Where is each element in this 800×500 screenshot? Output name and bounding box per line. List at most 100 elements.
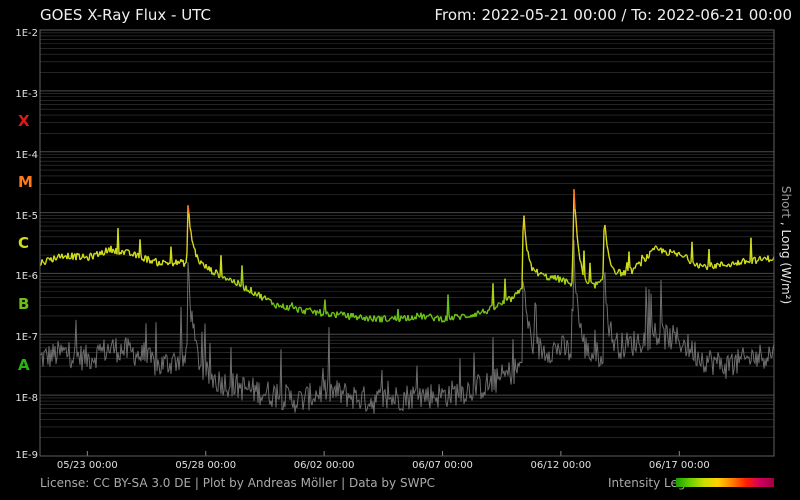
long-channel-segment (147, 255, 150, 259)
long-channel-segment (153, 258, 156, 262)
short-channel-series (39, 240, 775, 414)
footer-credit: License: CC BY-SA 3.0 DE | Plot by Andre… (40, 476, 436, 490)
long-channel-segment (655, 245, 658, 249)
long-channel-segment (202, 262, 205, 267)
long-channel-segment (183, 262, 186, 267)
long-channel-segment (333, 312, 336, 317)
long-channel-segment (638, 261, 641, 264)
long-channel-segment (566, 279, 569, 283)
long-channel-segment (97, 254, 100, 258)
long-channel-segment (79, 258, 82, 261)
long-channel-segment (475, 312, 478, 317)
long-channel-segment (496, 303, 499, 308)
long-channel-segment (488, 306, 491, 311)
long-channel-segment (309, 307, 312, 311)
long-channel-segment (304, 308, 307, 315)
long-channel-segment (740, 260, 743, 265)
long-channel-segment (190, 231, 193, 241)
short-channel-label: Short (779, 185, 793, 219)
long-channel-segment (676, 252, 679, 257)
long-channel-segment (769, 259, 772, 261)
long-channel-segment (367, 318, 370, 322)
long-channel-segment (196, 254, 199, 259)
long-channel-segment (273, 304, 276, 308)
long-channel-segment (360, 314, 363, 319)
long-channel-segment (226, 277, 229, 280)
long-channel-segment (234, 283, 237, 286)
y-tick-label: 1E-2 (15, 28, 38, 39)
y-tick-label: 1E-4 (15, 149, 38, 161)
flare-class-x: X (18, 112, 30, 131)
long-channel-segment (607, 249, 610, 257)
long-channel-segment (447, 294, 450, 316)
long-channel-segment (358, 314, 361, 319)
long-channel-segment (525, 241, 528, 251)
long-channel-segment (369, 315, 372, 319)
long-channel-segment (506, 297, 509, 301)
long-channel-segment (615, 272, 618, 276)
long-channel-segment (337, 313, 340, 316)
y-tick-label: 1E-6 (15, 271, 38, 283)
long-channel-segment (275, 303, 278, 309)
long-channel-segment (528, 258, 531, 262)
time-range: From: 2022-05-21 00:00 / To: 2022-06-21 … (434, 6, 792, 24)
long-channel-segment (575, 219, 578, 235)
long-channel-segment (559, 276, 562, 281)
long-channel-segment (647, 257, 650, 259)
long-channel-segment (585, 280, 588, 284)
long-channel-segment (708, 249, 711, 267)
long-channel-segment (570, 281, 573, 287)
long-channel-segment (700, 264, 703, 267)
long-channel-segment (143, 255, 146, 262)
long-channel-segment (316, 310, 319, 313)
long-channel-segment (376, 316, 379, 319)
long-channel-segment (733, 263, 736, 266)
long-channel-segment (178, 261, 181, 264)
long-channel-segment (613, 268, 616, 273)
long-channel-segment (761, 258, 764, 262)
long-channel-segment (56, 255, 59, 259)
long-channel-segment (310, 309, 313, 312)
long-channel-segment (59, 256, 62, 259)
long-channel-segment (128, 250, 131, 256)
long-channel-segment (624, 269, 627, 276)
long-channel-segment (87, 259, 90, 262)
long-channel-segment (555, 277, 558, 281)
long-channel-segment (689, 261, 692, 265)
long-channel-segment (88, 253, 91, 261)
long-channel-segment (751, 258, 754, 264)
long-channel-segment (576, 234, 579, 245)
long-channel-segment (63, 255, 66, 258)
long-channel-segment (680, 254, 683, 257)
x-tick-label: 06/07 00:00 (412, 460, 473, 471)
long-channel-segment (395, 319, 398, 322)
right-axis-label: Short , Long (W/m²) (779, 186, 793, 304)
long-channel-segment (631, 269, 634, 275)
long-channel-segment (187, 205, 190, 214)
long-channel-segment (518, 289, 521, 294)
x-tick-label: 06/17 00:00 (648, 460, 710, 471)
long-channel-segment (508, 296, 511, 298)
long-channel-segment (634, 264, 637, 269)
long-channel-segment (365, 315, 368, 318)
long-channel-segment (527, 250, 530, 259)
long-channel-segment (443, 320, 446, 323)
long-channel-segment (343, 311, 346, 315)
long-channel-segment (312, 310, 315, 314)
long-channel-segment (405, 319, 408, 322)
long-channel-segment (103, 252, 106, 256)
long-channel-segment (519, 287, 522, 291)
long-channel-segment (438, 317, 441, 322)
long-channel-segment (608, 256, 611, 261)
long-channel-segment (129, 254, 132, 257)
x-tick-label: 05/28 00:00 (175, 460, 237, 471)
long-channel-segment (242, 283, 245, 291)
long-channel-segment (101, 250, 104, 256)
long-channel-segment (590, 281, 593, 284)
long-channel-segment (117, 228, 120, 255)
long-channel-segment (50, 257, 53, 262)
long-channel-segment (429, 313, 432, 316)
long-channel-segment (757, 257, 760, 262)
long-channel-segment (388, 318, 391, 322)
long-channel-segment (730, 262, 733, 267)
